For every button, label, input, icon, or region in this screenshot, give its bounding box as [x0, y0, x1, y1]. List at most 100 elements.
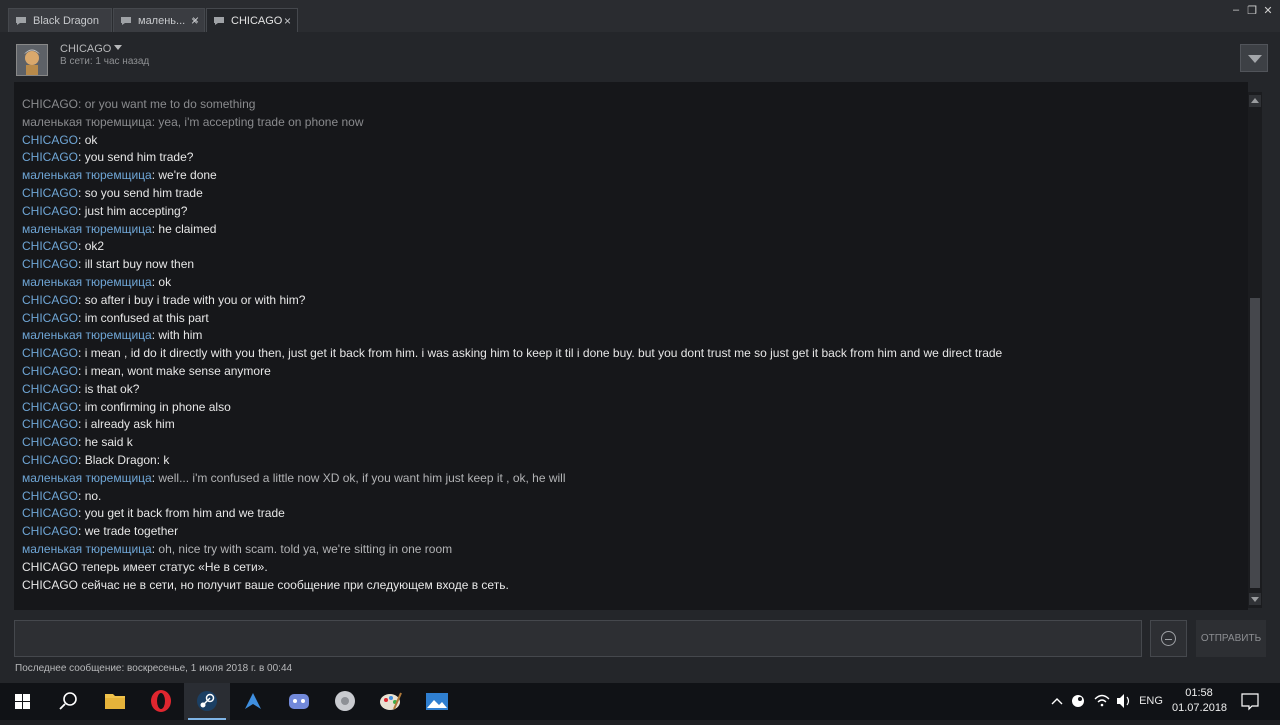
message-sender[interactable]: CHICAGO	[22, 150, 78, 164]
discord-icon	[289, 694, 309, 709]
chat-message: маленькая тюремщица: oh, nice try with s…	[22, 541, 452, 557]
message-text: no.	[84, 488, 102, 503]
message-separator: :	[78, 132, 85, 147]
message-sender[interactable]: маленькая тюремщица	[22, 471, 152, 485]
paint-icon	[380, 692, 402, 710]
tab-black-dragon[interactable]: Black Dragon	[8, 8, 112, 32]
message-input[interactable]	[14, 620, 1142, 657]
message-separator: :	[78, 292, 85, 307]
message-text: ill start buy now then	[84, 257, 195, 272]
tab-chicago[interactable]: CHICAGO ×	[206, 8, 298, 32]
message-sender[interactable]: маленькая тюремщица	[22, 222, 152, 236]
avatar-image	[17, 45, 47, 75]
clock[interactable]: 01:58 01.07.2018	[1172, 686, 1227, 716]
chat-options-button[interactable]	[1240, 44, 1268, 72]
send-button[interactable]: ОТПРАВИТЬ	[1196, 620, 1266, 657]
message-sender[interactable]: CHICAGO	[22, 524, 78, 538]
taskbar-photos[interactable]	[414, 683, 460, 720]
message-sender[interactable]: CHICAGO	[22, 417, 78, 431]
message-sender[interactable]: CHICAGO	[22, 453, 78, 467]
search-button[interactable]	[46, 683, 92, 720]
scrollbar-thumb[interactable]	[1250, 298, 1260, 588]
message-sender[interactable]: CHICAGO	[22, 346, 78, 360]
message-sender[interactable]: маленькая тюремщица	[22, 275, 152, 289]
close-icon[interactable]: ×	[284, 14, 291, 28]
notification-center-icon[interactable]	[1238, 683, 1262, 720]
message-text: oh, nice try with scam. told ya, we're s…	[158, 542, 453, 556]
chat-message: CHICAGO: he said k	[22, 434, 133, 450]
message-sender[interactable]: маленькая тюремщица	[22, 168, 152, 182]
emoticon-button[interactable]	[1150, 620, 1187, 657]
avatar[interactable]	[16, 44, 48, 76]
message-sender[interactable]: CHICAGO	[22, 257, 78, 271]
message-sender[interactable]: CHICAGO	[22, 311, 78, 325]
message-separator: :	[78, 310, 85, 325]
message-sender[interactable]: CHICAGO	[22, 97, 78, 111]
message-sender[interactable]: маленькая тюремщица	[22, 328, 152, 342]
message-sender[interactable]: CHICAGO	[22, 400, 78, 414]
taskbar-paint[interactable]	[368, 683, 414, 720]
start-button[interactable]	[0, 683, 46, 720]
language-indicator[interactable]: ENG	[1138, 683, 1164, 720]
chevron-down-icon[interactable]	[114, 45, 122, 50]
title-bar: Black Dragon малень... × CHICAGO × × – ❐…	[0, 0, 1280, 32]
message-sender[interactable]: маленькая тюремщица	[22, 542, 152, 556]
message-separator: :	[78, 364, 85, 378]
photos-icon	[426, 693, 448, 710]
chat-message: CHICAGO: i mean , id do it directly with…	[22, 345, 1002, 361]
taskbar-opera[interactable]	[138, 683, 184, 720]
chat-message: маленькая тюремщица: he claimed	[22, 221, 216, 237]
taskbar-app-blue[interactable]	[230, 683, 276, 720]
message-text: we trade together	[84, 524, 179, 539]
message-separator: :	[78, 399, 85, 414]
scroll-up-arrow-icon[interactable]	[1249, 95, 1261, 107]
contact-name[interactable]: CHICAGO	[60, 43, 111, 55]
chat-message: CHICAGO: so after i buy i trade with you…	[22, 292, 305, 308]
message-sender[interactable]: CHICAGO	[22, 506, 78, 520]
steam-icon	[197, 691, 217, 711]
message-sender[interactable]: CHICAGO	[22, 435, 78, 449]
message-separator: :	[78, 346, 85, 361]
taskbar-steam[interactable]	[184, 683, 230, 720]
message-separator: :	[78, 203, 85, 218]
scroll-down-arrow-icon[interactable]	[1249, 593, 1261, 605]
chat-message: CHICAGO: we trade together	[22, 523, 178, 539]
chat-scrollbar[interactable]	[1248, 92, 1262, 608]
message-sender[interactable]: CHICAGO	[22, 364, 78, 378]
chat-message: CHICAGO: no.	[22, 488, 101, 504]
wifi-icon[interactable]	[1092, 683, 1112, 720]
tray-overflow-chevron-icon[interactable]	[1048, 683, 1066, 720]
close-icon[interactable]: ×	[192, 13, 199, 27]
steam-tray-icon[interactable]	[1068, 683, 1088, 720]
chat-log: CHICAGO: or you want me to do something м…	[14, 82, 1248, 610]
message-sender[interactable]: CHICAGO	[22, 133, 78, 147]
tab-label: малень...	[138, 14, 186, 27]
chat-message: CHICAGO: just him accepting?	[22, 203, 187, 219]
message-text: yea, i'm accepting trade on phone now	[158, 114, 364, 129]
volume-icon[interactable]	[1114, 683, 1134, 720]
taskbar-discord[interactable]	[276, 683, 322, 720]
app-icon	[335, 691, 355, 711]
taskbar-file-explorer[interactable]	[92, 683, 138, 720]
close-window-icon[interactable]: ✕	[1259, 4, 1277, 17]
message-sender[interactable]: CHICAGO	[22, 204, 78, 218]
message-sender[interactable]: маленькая тюремщица	[22, 115, 152, 129]
message-text: or you want me to do something	[84, 97, 256, 111]
message-sender[interactable]: CHICAGO	[22, 382, 78, 396]
message-text: is that ok?	[84, 381, 140, 396]
chat-message: CHICAGO: i already ask him	[22, 416, 175, 432]
chat-message: CHICAGO: or you want me to do something	[22, 96, 255, 112]
message-sender[interactable]: CHICAGO	[22, 186, 78, 200]
chat-message: маленькая тюремщица: ok	[22, 274, 171, 290]
message-sender[interactable]: CHICAGO	[22, 489, 78, 503]
chat-message: CHICAGO: so you send him trade	[22, 185, 203, 201]
message-text: he said k	[84, 435, 133, 450]
chat-message: CHICAGO: is that ok?	[22, 381, 139, 397]
message-sender[interactable]: CHICAGO	[22, 293, 78, 307]
message-separator: :	[78, 150, 85, 165]
system-message: CHICAGO теперь имеет статус «Не в сети».	[22, 559, 268, 574]
message-text: ok2	[84, 239, 105, 254]
message-sender[interactable]: CHICAGO	[22, 239, 78, 253]
message-text: he claimed	[158, 221, 217, 236]
taskbar-app-white[interactable]	[322, 683, 368, 720]
